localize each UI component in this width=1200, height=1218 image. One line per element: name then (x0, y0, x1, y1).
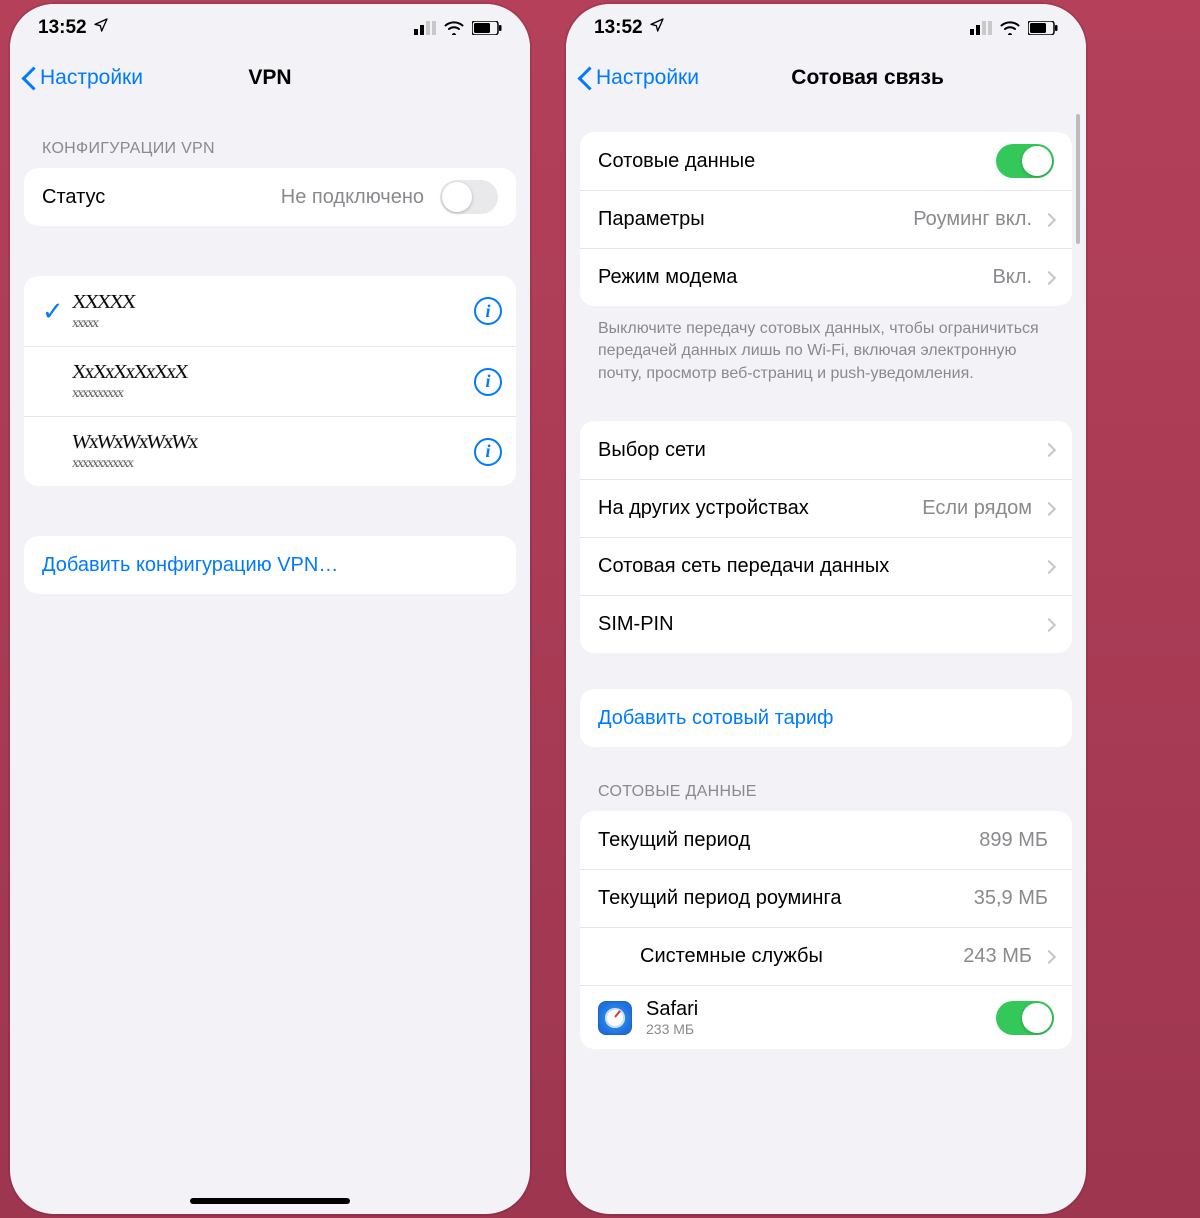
row-system-services[interactable]: Системные службы 243 МБ (580, 927, 1072, 985)
row-current-period: Текущий период 899 МБ (580, 811, 1072, 869)
signal-icon (970, 21, 992, 35)
chevron-right-icon (1042, 618, 1056, 632)
safari-value: 233 МБ (646, 1021, 996, 1037)
group-data-usage: Текущий период 899 МБ Текущий период роу… (580, 811, 1072, 1049)
row-net-select[interactable]: Выбор сети (580, 421, 1072, 479)
params-value: Роуминг вкл. (913, 208, 1032, 231)
cellular-footer-text: Выключите передачу сотовых данных, чтобы… (580, 306, 1072, 385)
page-title: Сотовая связь (791, 66, 944, 90)
roaming-value: 35,9 МБ (974, 887, 1048, 910)
chevron-right-icon (1042, 560, 1056, 574)
status-bar: 13:52 (566, 4, 1086, 52)
sim-pin-label: SIM-PIN (598, 613, 1038, 636)
net-select-label: Выбор сети (598, 439, 1038, 462)
status-time: 13:52 (38, 17, 87, 39)
vpn-redacted-label: XXXXXxxxxx (72, 291, 474, 332)
phone-vpn: 13:52 Настройки VPN КОНФИГУРАЦИИ VPN (10, 4, 530, 1214)
info-icon[interactable]: i (474, 297, 502, 325)
battery-icon (472, 21, 502, 35)
chevron-right-icon (1042, 502, 1056, 516)
vpn-config-row[interactable]: XxXxXxXxXxXxxxxxxxxxx i (24, 346, 516, 416)
group-status: Статус Не подключено (24, 168, 516, 226)
info-icon[interactable]: i (474, 368, 502, 396)
location-icon (93, 17, 109, 39)
modem-value: Вкл. (992, 266, 1032, 289)
row-other-devices[interactable]: На других устройствах Если рядом (580, 479, 1072, 537)
add-plan-button[interactable]: Добавить сотовый тариф (580, 689, 1072, 747)
back-button[interactable]: Настройки (576, 64, 699, 92)
system-value: 243 МБ (963, 945, 1032, 968)
nav-bar: Настройки Сотовая связь (566, 52, 1086, 104)
add-vpn-config-button[interactable]: Добавить конфигурацию VPN… (24, 536, 516, 594)
chevron-right-icon (1042, 270, 1056, 284)
other-dev-label: На других устройствах (598, 497, 922, 520)
chevron-right-icon (1042, 950, 1056, 964)
checkmark-icon: ✓ (42, 296, 72, 327)
system-label: Системные службы (640, 945, 963, 968)
section-header-configs: КОНФИГУРАЦИИ VPN (24, 104, 516, 168)
current-value: 899 МБ (979, 829, 1048, 852)
section-header-data: СОТОВЫЕ ДАННЫЕ (580, 747, 1072, 811)
params-label: Параметры (598, 208, 913, 231)
group-cellular-top: Сотовые данные Параметры Роуминг вкл. Ре… (580, 132, 1072, 306)
nav-bar: Настройки VPN (10, 52, 530, 104)
back-label: Настройки (596, 66, 699, 90)
back-label: Настройки (40, 66, 143, 90)
row-sim-pin[interactable]: SIM-PIN (580, 595, 1072, 653)
row-safari[interactable]: Safari 233 МБ (580, 985, 1072, 1049)
chevron-left-icon (576, 64, 594, 92)
battery-icon (1028, 21, 1058, 35)
other-dev-value: Если рядом (922, 497, 1032, 520)
safari-icon (598, 1001, 632, 1035)
signal-icon (414, 21, 436, 35)
vpn-config-row[interactable]: WxWxWxWxWxxxxxxxxxxxxx i (24, 416, 516, 486)
wifi-icon (1000, 21, 1020, 35)
scrollbar[interactable] (1076, 114, 1080, 244)
status-time: 13:52 (594, 17, 643, 39)
status-label: Статус (42, 186, 281, 209)
vpn-redacted-label: WxWxWxWxWxxxxxxxxxxxxx (72, 431, 474, 472)
group-cellular-net: Выбор сети На других устройствах Если ря… (580, 421, 1072, 653)
location-icon (649, 17, 665, 39)
vpn-redacted-label: XxXxXxXxXxXxxxxxxxxxx (72, 361, 474, 402)
status-value: Не подключено (281, 186, 424, 209)
home-indicator[interactable] (190, 1198, 350, 1204)
group-add-config: Добавить конфигурацию VPN… (24, 536, 516, 594)
safari-toggle[interactable] (996, 1001, 1054, 1035)
safari-label: Safari (646, 998, 996, 1021)
roaming-label: Текущий период роуминга (598, 887, 974, 910)
chevron-right-icon (1042, 212, 1056, 226)
group-add-plan: Добавить сотовый тариф (580, 689, 1072, 747)
add-config-label: Добавить конфигурацию VPN… (42, 554, 498, 577)
info-icon[interactable]: i (474, 438, 502, 466)
row-roaming-period: Текущий период роуминга 35,9 МБ (580, 869, 1072, 927)
row-status: Статус Не подключено (24, 168, 516, 226)
vpn-config-row[interactable]: ✓ XXXXXxxxxx i (24, 276, 516, 346)
data-net-label: Сотовая сеть передачи данных (598, 555, 1038, 578)
status-bar: 13:52 (10, 4, 530, 52)
page-title: VPN (248, 66, 291, 90)
group-vpn-list: ✓ XXXXXxxxxx i XxXxXxXxXxXxxxxxxxxxx i W… (24, 276, 516, 486)
row-data-net[interactable]: Сотовая сеть передачи данных (580, 537, 1072, 595)
chevron-left-icon (20, 64, 38, 92)
row-params[interactable]: Параметры Роуминг вкл. (580, 190, 1072, 248)
row-cellular-data[interactable]: Сотовые данные (580, 132, 1072, 190)
current-label: Текущий период (598, 829, 979, 852)
cell-data-toggle[interactable] (996, 144, 1054, 178)
cell-data-label: Сотовые данные (598, 150, 996, 173)
add-plan-label: Добавить сотовый тариф (598, 707, 1054, 730)
back-button[interactable]: Настройки (20, 64, 143, 92)
wifi-icon (444, 21, 464, 35)
chevron-right-icon (1042, 443, 1056, 457)
modem-label: Режим модема (598, 266, 992, 289)
status-toggle[interactable] (440, 180, 498, 214)
phone-cellular: 13:52 Настройки Сотовая связь Сотовые да… (566, 4, 1086, 1214)
row-modem[interactable]: Режим модема Вкл. (580, 248, 1072, 306)
